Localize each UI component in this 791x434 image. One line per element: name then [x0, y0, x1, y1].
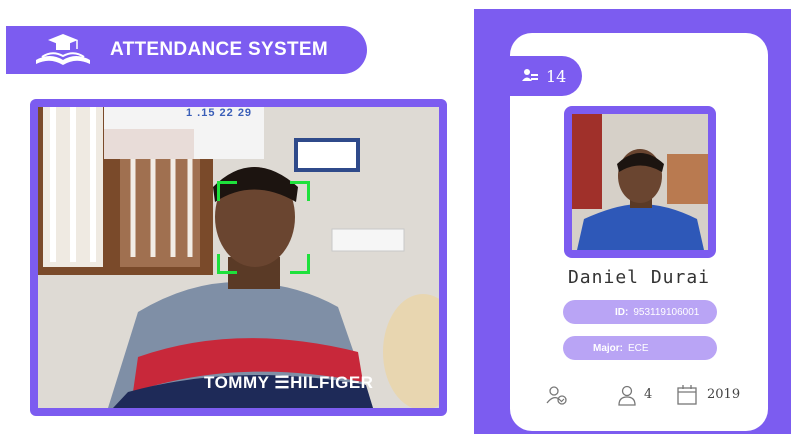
student-major-value: ECE	[628, 342, 649, 354]
student-photo-image	[572, 114, 708, 250]
camera-feed: 1 .15 22 29 TOMMY ☰HILFIGER	[38, 107, 439, 408]
student-photo-frame	[564, 106, 716, 258]
student-id-pill: ID: 953119106001	[563, 300, 717, 324]
app-header: ATTENDANCE SYSTEM	[6, 26, 367, 74]
page-title: ATTENDANCE SYSTEM	[110, 39, 328, 60]
student-name: Daniel Durai	[567, 267, 711, 288]
enrollment-year: 2019	[707, 387, 741, 402]
student-id-label: ID:	[615, 306, 629, 318]
graduation-cap-book-icon	[36, 34, 90, 65]
face-detection-box	[217, 181, 310, 274]
student-card: 14 Daniel Durai ID: 953119106001 Major: …	[510, 33, 768, 431]
user-count-icon	[522, 69, 538, 81]
attendance-count: 14	[546, 66, 567, 86]
student-photo	[572, 114, 708, 250]
attendance-count-badge: 14	[510, 56, 582, 96]
wall-calendar-text: 1 .15 22 29	[186, 107, 253, 119]
student-panel: 14 Daniel Durai ID: 953119106001 Major: …	[474, 9, 791, 434]
student-id-value: 953119106001	[633, 306, 700, 318]
student-major-pill: Major: ECE	[563, 336, 717, 360]
user-check-icon	[546, 386, 567, 405]
shirt-print-text: TOMMY ☰HILFIGER	[204, 373, 374, 392]
student-major-label: Major:	[593, 342, 623, 354]
person-count: 4	[644, 387, 653, 402]
calendar-icon	[677, 385, 697, 405]
card-footer: 4 2019	[510, 383, 768, 407]
camera-frame: 1 .15 22 29 TOMMY ☰HILFIGER	[30, 99, 447, 416]
user-icon	[618, 385, 636, 406]
